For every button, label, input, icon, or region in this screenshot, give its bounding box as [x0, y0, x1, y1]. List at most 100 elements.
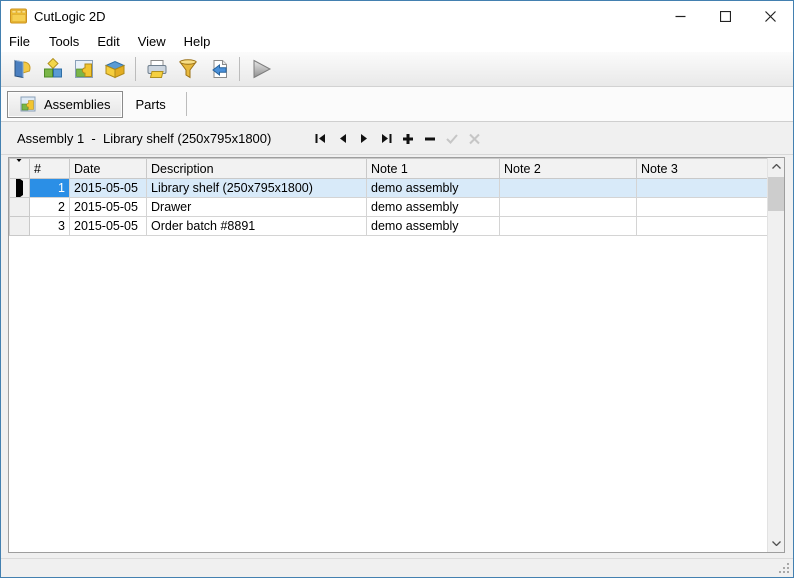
insert-record-icon: [402, 133, 414, 145]
filter-dropdown-button[interactable]: [10, 159, 30, 179]
prior-record-icon: [337, 133, 348, 144]
stock-button[interactable]: [99, 55, 130, 84]
row-arrow-icon: [16, 179, 23, 198]
import-icon: [207, 57, 231, 81]
tab-parts[interactable]: Parts: [123, 91, 177, 118]
cell-num[interactable]: 1: [30, 179, 70, 198]
cell-num[interactable]: 2: [30, 198, 70, 217]
cancel-edit-icon: [468, 133, 481, 145]
tab-assemblies-label: Assemblies: [44, 97, 110, 112]
tab-assemblies[interactable]: Assemblies: [7, 91, 123, 118]
scroll-up-icon: [772, 164, 781, 169]
grid-row-3: 3 2015-05-05 Order batch #8891 demo asse…: [10, 217, 768, 236]
column-header-date[interactable]: Date: [70, 159, 147, 179]
current-record-label: Assembly 1 - Library shelf (250x795x1800…: [17, 131, 271, 146]
minimize-button[interactable]: [658, 1, 703, 31]
cell-note3[interactable]: [637, 179, 768, 198]
materials-button[interactable]: [37, 55, 68, 84]
post-edit-button[interactable]: [441, 128, 463, 150]
title-bar: CutLogic 2D: [1, 1, 793, 31]
first-record-icon: [314, 133, 327, 144]
cancel-edit-button[interactable]: [463, 128, 485, 150]
scroll-up-button[interactable]: [768, 158, 784, 175]
import-button[interactable]: [203, 55, 234, 84]
window-title: CutLogic 2D: [34, 9, 106, 24]
grid-header-row: # Date Description Note 1 Note 2 Note 3: [10, 159, 768, 179]
cell-note2[interactable]: [500, 217, 637, 236]
column-header-note1[interactable]: Note 1: [367, 159, 500, 179]
column-header-note3[interactable]: Note 3: [637, 159, 768, 179]
first-record-button[interactable]: [309, 128, 331, 150]
parts-button[interactable]: [68, 55, 99, 84]
toolbar-separator: [135, 57, 136, 81]
toolbar-separator: [239, 57, 240, 81]
run-icon: [248, 57, 274, 81]
assemblies-tab-icon: [20, 96, 36, 112]
parts-puzzle-icon: [72, 57, 96, 81]
grid-row-1: 1 2015-05-05 Library shelf (250x795x1800…: [10, 179, 768, 198]
cell-date[interactable]: 2015-05-05: [70, 198, 147, 217]
close-button[interactable]: [748, 1, 793, 31]
filter-icon: [176, 57, 200, 81]
filter-button[interactable]: [172, 55, 203, 84]
close-icon: [765, 11, 776, 22]
cell-num[interactable]: 3: [30, 217, 70, 236]
scroll-down-button[interactable]: [768, 535, 784, 552]
door-button[interactable]: [6, 55, 37, 84]
delete-record-button[interactable]: [419, 128, 441, 150]
cell-date[interactable]: 2015-05-05: [70, 179, 147, 198]
cell-note1[interactable]: demo assembly: [367, 198, 500, 217]
row-indicator: [10, 217, 30, 236]
column-header-num[interactable]: #: [30, 159, 70, 179]
last-record-button[interactable]: [375, 128, 397, 150]
cell-description[interactable]: Library shelf (250x795x1800): [147, 179, 367, 198]
cell-note3[interactable]: [637, 198, 768, 217]
print-icon: [145, 57, 169, 81]
tab-bar: Assemblies Parts: [1, 87, 793, 122]
cell-note2[interactable]: [500, 179, 637, 198]
cell-note2[interactable]: [500, 198, 637, 217]
insert-record-button[interactable]: [397, 128, 419, 150]
vertical-scrollbar[interactable]: [767, 158, 784, 552]
menu-edit[interactable]: Edit: [88, 32, 128, 52]
row-indicator: [10, 198, 30, 217]
assemblies-grid: # Date Description Note 1 Note 2 Note 3 …: [8, 157, 785, 553]
tab-parts-label: Parts: [135, 97, 165, 112]
app-window: CutLogic 2D File Tools Edit View Help: [0, 0, 794, 578]
last-record-icon: [380, 133, 393, 144]
app-logo-icon: [10, 8, 27, 24]
stock-box-icon: [103, 57, 127, 81]
run-button[interactable]: [245, 55, 276, 84]
filter-dropdown-icon: [14, 159, 24, 176]
grid-row-2: 2 2015-05-05 Drawer demo assembly: [10, 198, 768, 217]
cell-note1[interactable]: demo assembly: [367, 217, 500, 236]
prior-record-button[interactable]: [331, 128, 353, 150]
next-record-button[interactable]: [353, 128, 375, 150]
menu-tools[interactable]: Tools: [40, 32, 88, 52]
cell-description[interactable]: Drawer: [147, 198, 367, 217]
menu-help[interactable]: Help: [175, 32, 220, 52]
column-header-description[interactable]: Description: [147, 159, 367, 179]
current-row-indicator: [10, 179, 30, 198]
scroll-down-icon: [772, 541, 781, 546]
post-edit-icon: [445, 133, 459, 145]
cell-date[interactable]: 2015-05-05: [70, 217, 147, 236]
status-bar: [1, 558, 793, 577]
maximize-button[interactable]: [703, 1, 748, 31]
cell-note3[interactable]: [637, 217, 768, 236]
cell-note1[interactable]: demo assembly: [367, 179, 500, 198]
next-record-icon: [359, 133, 370, 144]
toolbar: [1, 52, 793, 87]
cell-description[interactable]: Order batch #8891: [147, 217, 367, 236]
scrollbar-track[interactable]: [768, 211, 784, 535]
door-icon: [10, 57, 34, 81]
scrollbar-thumb[interactable]: [768, 177, 784, 211]
column-header-note2[interactable]: Note 2: [500, 159, 637, 179]
menu-view[interactable]: View: [129, 32, 175, 52]
print-button[interactable]: [141, 55, 172, 84]
materials-cubes-icon: [41, 57, 65, 81]
record-navigator-bar: Assembly 1 - Library shelf (250x795x1800…: [1, 122, 793, 155]
menu-file[interactable]: File: [9, 32, 40, 52]
resize-grip[interactable]: [777, 561, 790, 574]
tab-separator: [186, 92, 187, 116]
